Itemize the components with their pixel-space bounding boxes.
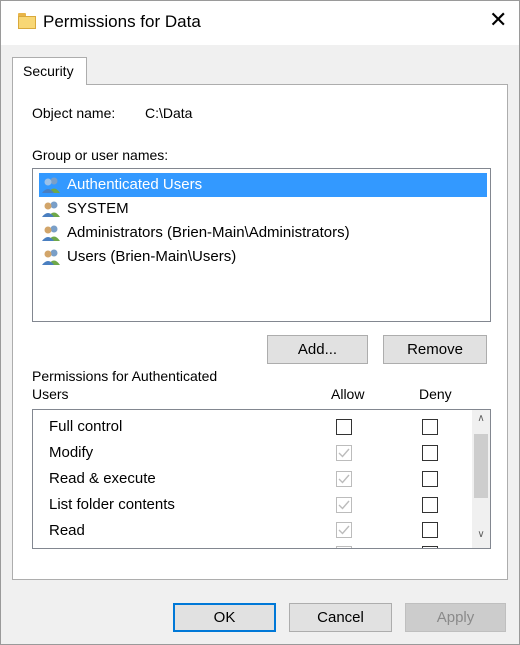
cancel-button[interactable]: Cancel (289, 603, 392, 632)
list-item-label: SYSTEM (67, 200, 129, 217)
close-button[interactable]: ✕ (473, 1, 519, 41)
list-item[interactable]: SYSTEM (39, 197, 487, 221)
list-item-label: Users (Brien-Main\Users) (67, 248, 237, 265)
deny-checkbox[interactable] (422, 497, 438, 513)
allow-checkbox (336, 522, 352, 538)
user-group-icon (42, 249, 60, 265)
apply-button[interactable]: Apply (405, 603, 506, 632)
group-user-list[interactable]: Authenticated Users SYSTEM Administrator… (32, 168, 491, 322)
checkmark-icon (338, 474, 350, 484)
permission-label: Full control (49, 418, 123, 435)
deny-checkbox[interactable] (422, 546, 438, 548)
permissions-scrollbar[interactable]: ∧ ∨ (472, 410, 490, 548)
ok-button[interactable]: OK (173, 603, 276, 632)
deny-checkbox[interactable] (422, 445, 438, 461)
title-bar[interactable]: Permissions for Data ✕ (1, 1, 519, 45)
close-icon: ✕ (489, 8, 508, 33)
checkmark-icon (338, 525, 350, 535)
list-item[interactable]: Administrators (Brien-Main\Administrator… (39, 221, 487, 245)
add-button[interactable]: Add... (267, 335, 368, 364)
deny-column-header: Deny (419, 386, 452, 402)
permission-label: Read (49, 522, 85, 539)
allow-checkbox (336, 471, 352, 487)
permissions-list[interactable]: Full control Modify Read & execute List … (32, 409, 491, 549)
deny-checkbox[interactable] (422, 471, 438, 487)
folder-icon (18, 13, 36, 29)
checkmark-icon (338, 448, 350, 458)
checkmark-icon (338, 500, 350, 510)
scrollbar-thumb[interactable] (474, 434, 488, 498)
user-group-icon (42, 201, 60, 217)
permissions-dialog: Permissions for Data ✕ Security Object n… (0, 0, 520, 645)
list-item-label: Authenticated Users (67, 176, 203, 193)
chevron-up-icon[interactable]: ∧ (474, 413, 488, 429)
tab-security[interactable]: Security (12, 57, 87, 85)
permissions-header-line1: Permissions for Authenticated (32, 368, 218, 384)
list-item-label: Administrators (Brien-Main\Administrator… (67, 224, 350, 241)
object-name-value: C:\Data (145, 105, 193, 121)
permission-label: Modify (49, 444, 94, 461)
chevron-down-icon[interactable]: ∨ (474, 529, 488, 545)
permission-label: List folder contents (49, 496, 175, 513)
remove-button[interactable]: Remove (383, 335, 487, 364)
user-group-icon (42, 225, 60, 241)
object-name-label: Object name: (32, 105, 116, 121)
table-row: Full control (49, 418, 469, 443)
list-item[interactable]: Authenticated Users (39, 173, 487, 197)
table-row: Modify (49, 444, 469, 469)
user-group-icon (42, 177, 60, 193)
tab-security-label: Security (23, 63, 74, 79)
allow-checkbox (336, 497, 352, 513)
permissions-header-line2: Users (32, 386, 69, 402)
table-row: Read & execute (49, 470, 469, 495)
deny-checkbox[interactable] (422, 522, 438, 538)
allow-checkbox[interactable] (336, 419, 352, 435)
allow-column-header: Allow (331, 386, 365, 402)
group-user-names-label: Group or user names: (32, 147, 169, 163)
permission-label: Read & execute (49, 470, 156, 487)
table-row: Read (49, 522, 469, 547)
window-title: Permissions for Data (43, 12, 201, 31)
deny-checkbox[interactable] (422, 419, 438, 435)
table-row: List folder contents (49, 496, 469, 521)
allow-checkbox (336, 445, 352, 461)
allow-checkbox (336, 546, 352, 548)
list-item[interactable]: Users (Brien-Main\Users) (39, 245, 487, 269)
